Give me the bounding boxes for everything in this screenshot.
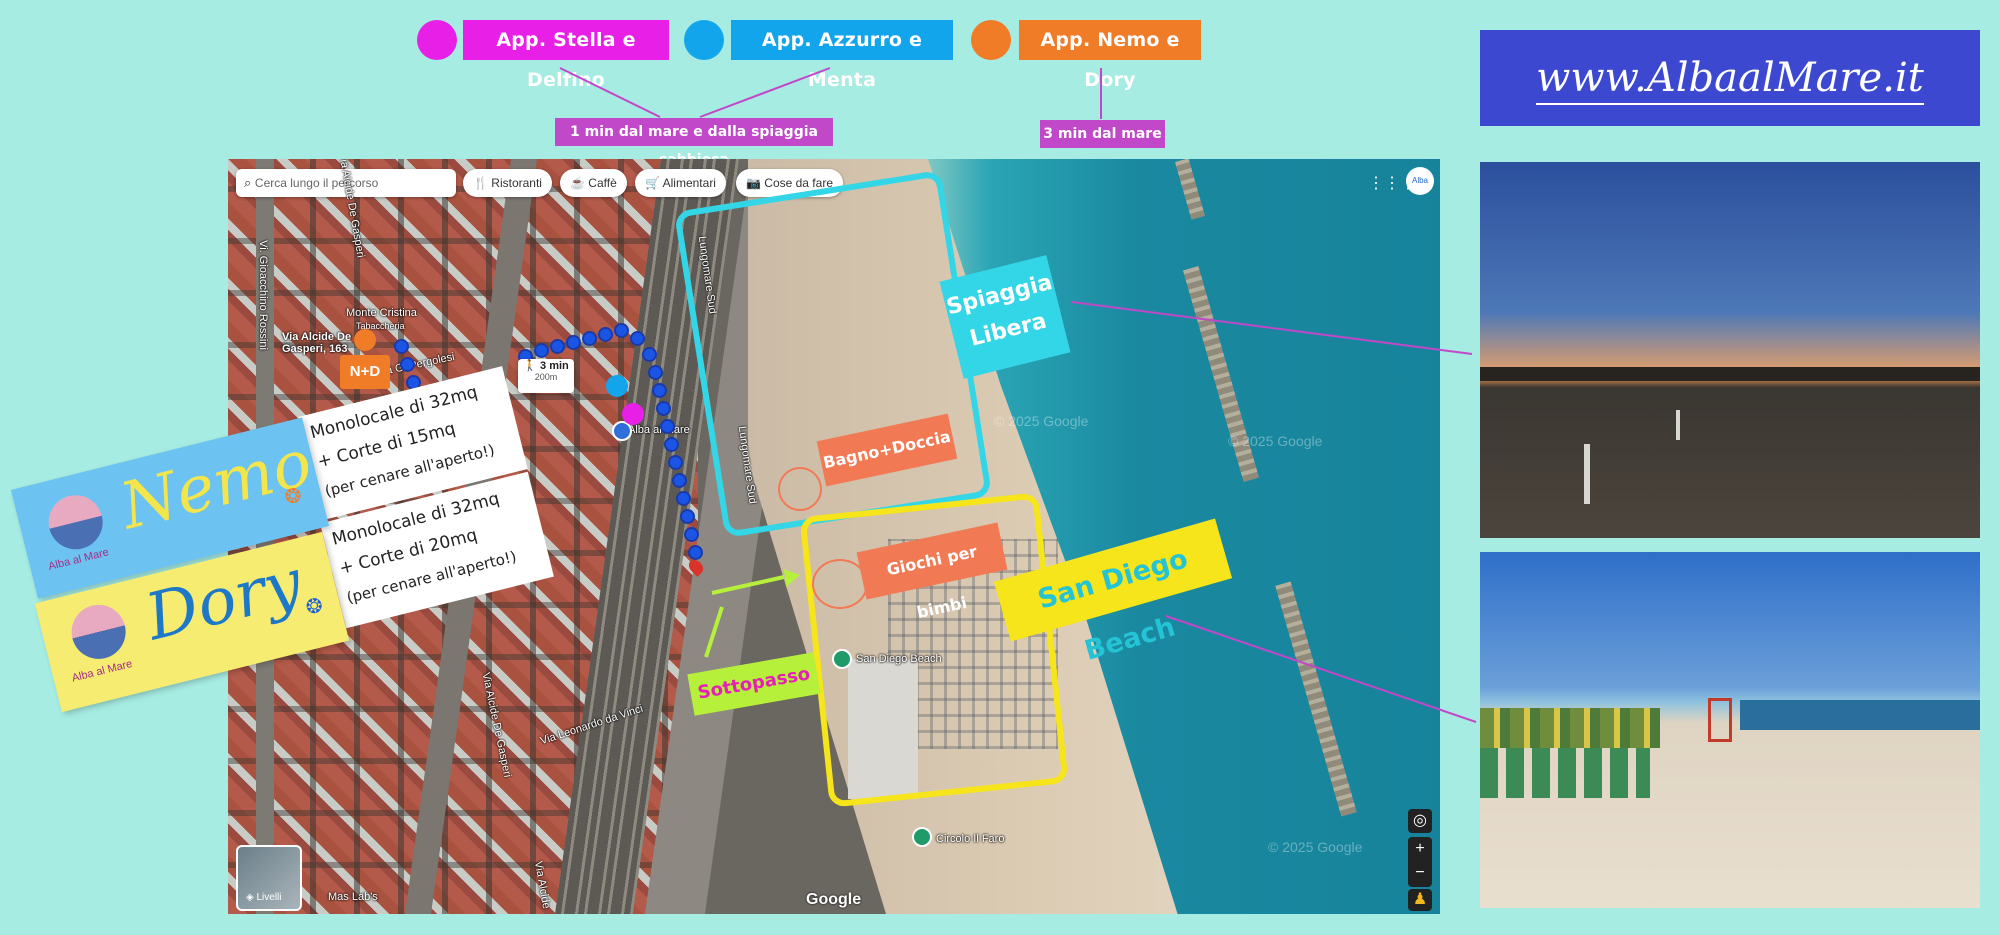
- layers-icon: ◈: [246, 892, 257, 903]
- nd-label-tag: N+D: [340, 355, 390, 389]
- website-url[interactable]: www.AlbaalMare.it: [1536, 55, 1924, 105]
- circolo-pin-icon[interactable]: [912, 827, 932, 847]
- label-alba-al-mare: Alba al mare: [628, 424, 690, 436]
- walk-time: 3 min: [540, 360, 569, 372]
- beach-post-1: [1584, 444, 1590, 504]
- chip-label: Caffè: [588, 176, 617, 190]
- distant-mountains: [1480, 367, 1980, 381]
- chip-caffe[interactable]: ☕ Caffè: [560, 169, 627, 197]
- label-gioacchino: Vi. Gioacchino Rossini: [256, 240, 269, 350]
- watermark-2: © 2025 Google: [1228, 433, 1323, 449]
- sea-strip: [1740, 700, 1980, 730]
- alba-logo-nemo: [42, 489, 109, 555]
- pegman-icon[interactable]: ♟: [1408, 889, 1432, 911]
- label-circolo: Circolo Il Faro: [936, 833, 1005, 845]
- label-mas-lab: Mas Lab's: [328, 891, 378, 903]
- azzurro-menta-marker: [606, 375, 628, 397]
- search-placeholder: Cerca lungo il percorso: [254, 176, 379, 190]
- sottopasso-arrow: [704, 569, 800, 658]
- logo-text-dory: Alba al Mare: [70, 657, 134, 685]
- layers-label: Livelli: [256, 892, 282, 903]
- chip-ristoranti[interactable]: 🍴 Ristoranti: [463, 169, 552, 197]
- logo-text-nemo: Alba al Mare: [47, 546, 111, 573]
- umbrella-row: [1480, 708, 1660, 748]
- camera-icon: 📷: [746, 176, 765, 190]
- san-diego-beach-photo: [1480, 552, 1980, 908]
- label-monte-cristina: Monte Cristina: [346, 307, 417, 319]
- loungers: [1480, 748, 1650, 798]
- stella-delfino-marker: [622, 403, 644, 425]
- bagno-circle: [778, 467, 822, 511]
- locate-button[interactable]: ◎: [1408, 809, 1432, 833]
- website-banner[interactable]: www.AlbaalMare.it: [1480, 30, 1980, 126]
- search-icon: ⌕: [244, 175, 255, 190]
- lifeguard-tower: [1708, 698, 1732, 742]
- google-logo: Google: [806, 891, 862, 908]
- nemo-dory-marker: [354, 329, 376, 351]
- chip-label: Alimentari: [662, 176, 716, 190]
- walk-info-box: 🚶 3 min 200m: [518, 359, 574, 393]
- walk-distance: 200m: [534, 372, 558, 382]
- zoom-in-button[interactable]: +: [1408, 837, 1432, 861]
- sunset-beach-photo: [1480, 162, 1980, 538]
- zoom-out-button[interactable]: −: [1408, 861, 1432, 885]
- layers-button[interactable]: ◈ Livelli: [236, 845, 302, 911]
- watermark-3: © 2025 Google: [1268, 839, 1363, 855]
- account-avatar[interactable]: Alba: [1406, 167, 1434, 195]
- beach-post-2: [1676, 410, 1680, 440]
- walking-icon: 🚶: [523, 360, 537, 372]
- watermark-1: © 2025 Google: [994, 413, 1089, 429]
- alba-logo-dory: [65, 599, 132, 665]
- note-sea: 3 min dal mare: [1040, 120, 1165, 148]
- coffee-icon: ☕: [570, 176, 589, 190]
- chip-alimentari[interactable]: 🛒 Alimentari: [635, 169, 726, 197]
- fork-knife-icon: 🍴: [473, 176, 492, 190]
- chip-label: Ristoranti: [491, 176, 542, 190]
- cart-icon: 🛒: [645, 176, 663, 190]
- zoom-control[interactable]: + −: [1408, 837, 1432, 887]
- note-sea-beach: 1 min dal mare e dalla spiaggia sabbiosa: [555, 118, 833, 168]
